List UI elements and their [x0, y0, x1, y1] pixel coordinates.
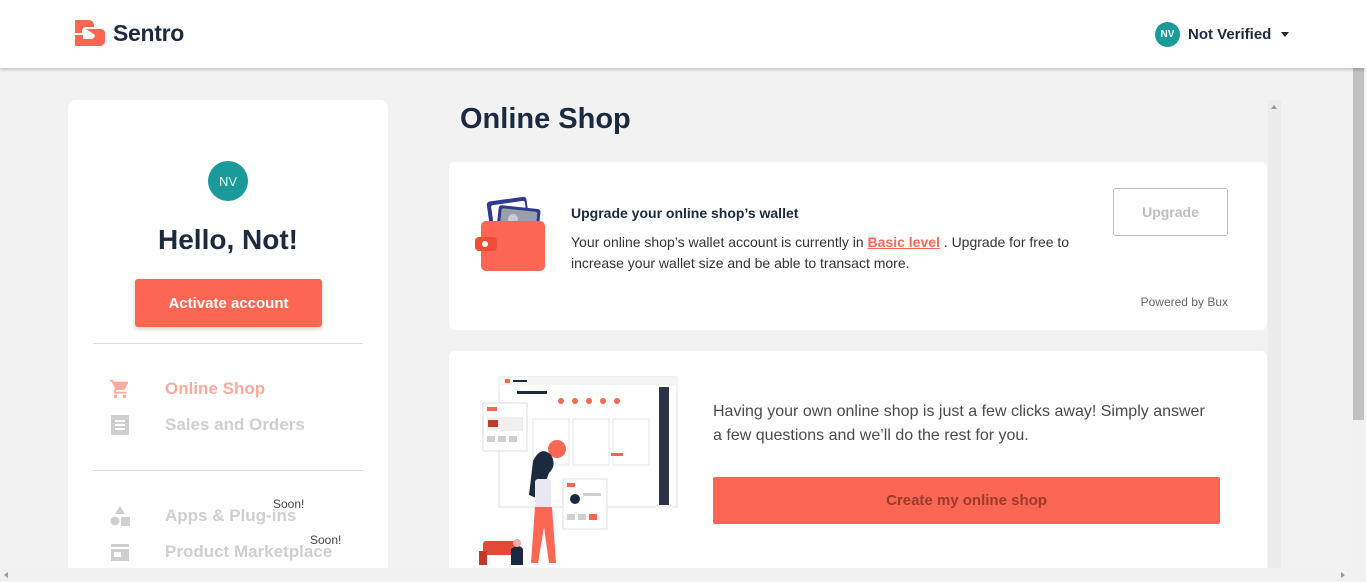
sidebar-item-sales-orders[interactable]: Sales and Orders: [108, 412, 305, 438]
apps-icon: [108, 504, 132, 528]
basic-level-link[interactable]: Basic level: [868, 234, 940, 250]
caret-down-icon: [1281, 31, 1290, 37]
brand[interactable]: Sentro: [73, 17, 184, 49]
top-navbar: Sentro NV Not Verified: [0, 0, 1366, 68]
receipt-icon: [108, 413, 132, 437]
wallet-card-title: Upgrade your online shop’s wallet: [571, 205, 799, 221]
sidebar-item-label: Online Shop: [165, 379, 266, 398]
sidebar: NV Hello, Not! Activate account Online S…: [68, 100, 388, 582]
scrollbar-thumb[interactable]: [1353, 68, 1364, 420]
sidebar-item-product-marketplace[interactable]: Product Marketplace: [108, 539, 332, 565]
profile-avatar: NV: [208, 161, 248, 201]
powered-by-label: Powered by Bux: [1140, 295, 1228, 309]
activate-account-button[interactable]: Activate account: [135, 279, 322, 327]
create-shop-card: Having your own online shop is just a fe…: [449, 351, 1267, 582]
wallet-icon: [475, 196, 545, 271]
brand-name: Sentro: [113, 19, 185, 46]
soon-badge: Soon!: [310, 533, 342, 547]
user-avatar: NV: [1155, 21, 1180, 47]
cart-icon: [108, 377, 132, 401]
scroll-up-arrow-icon[interactable]: [1271, 105, 1277, 109]
create-shop-description: Having your own online shop is just a fe…: [713, 403, 1205, 444]
page-vertical-scrollbar[interactable]: [1351, 68, 1366, 568]
sidebar-item-label: Product Marketplace: [165, 542, 333, 561]
sidebar-item-label: Sales and Orders: [165, 415, 305, 434]
sidebar-item-apps-plugins[interactable]: Apps & Plug-ins: [108, 503, 296, 529]
sentro-logo-icon: [75, 20, 105, 46]
shop-builder-illustration: [479, 376, 678, 565]
wallet-desc-prefix: Your online shop’s wallet account is cur…: [571, 234, 868, 250]
upgrade-button[interactable]: Upgrade: [1113, 188, 1228, 236]
scroll-left-arrow-icon[interactable]: [4, 572, 8, 578]
sidebar-divider: [93, 343, 363, 344]
scroll-right-arrow-icon[interactable]: [1341, 572, 1345, 578]
create-online-shop-button[interactable]: Create my online shop: [713, 477, 1220, 524]
store-icon: [108, 540, 132, 564]
content-scrollbar[interactable]: [1268, 100, 1281, 582]
soon-badge: Soon!: [273, 497, 305, 511]
sidebar-divider: [93, 470, 363, 471]
user-menu[interactable]: NV Not Verified: [1155, 21, 1290, 47]
wallet-card-description: Your online shop’s wallet account is cur…: [571, 232, 1101, 274]
page-horizontal-scrollbar[interactable]: [0, 568, 1366, 582]
user-status-label: Not Verified: [1188, 25, 1272, 43]
page-title: Online Shop: [460, 103, 631, 135]
sidebar-item-online-shop[interactable]: Online Shop: [108, 376, 265, 402]
wallet-upgrade-card: Upgrade your online shop’s wallet Your o…: [449, 162, 1267, 330]
greeting: Hello, Not!: [158, 224, 298, 255]
